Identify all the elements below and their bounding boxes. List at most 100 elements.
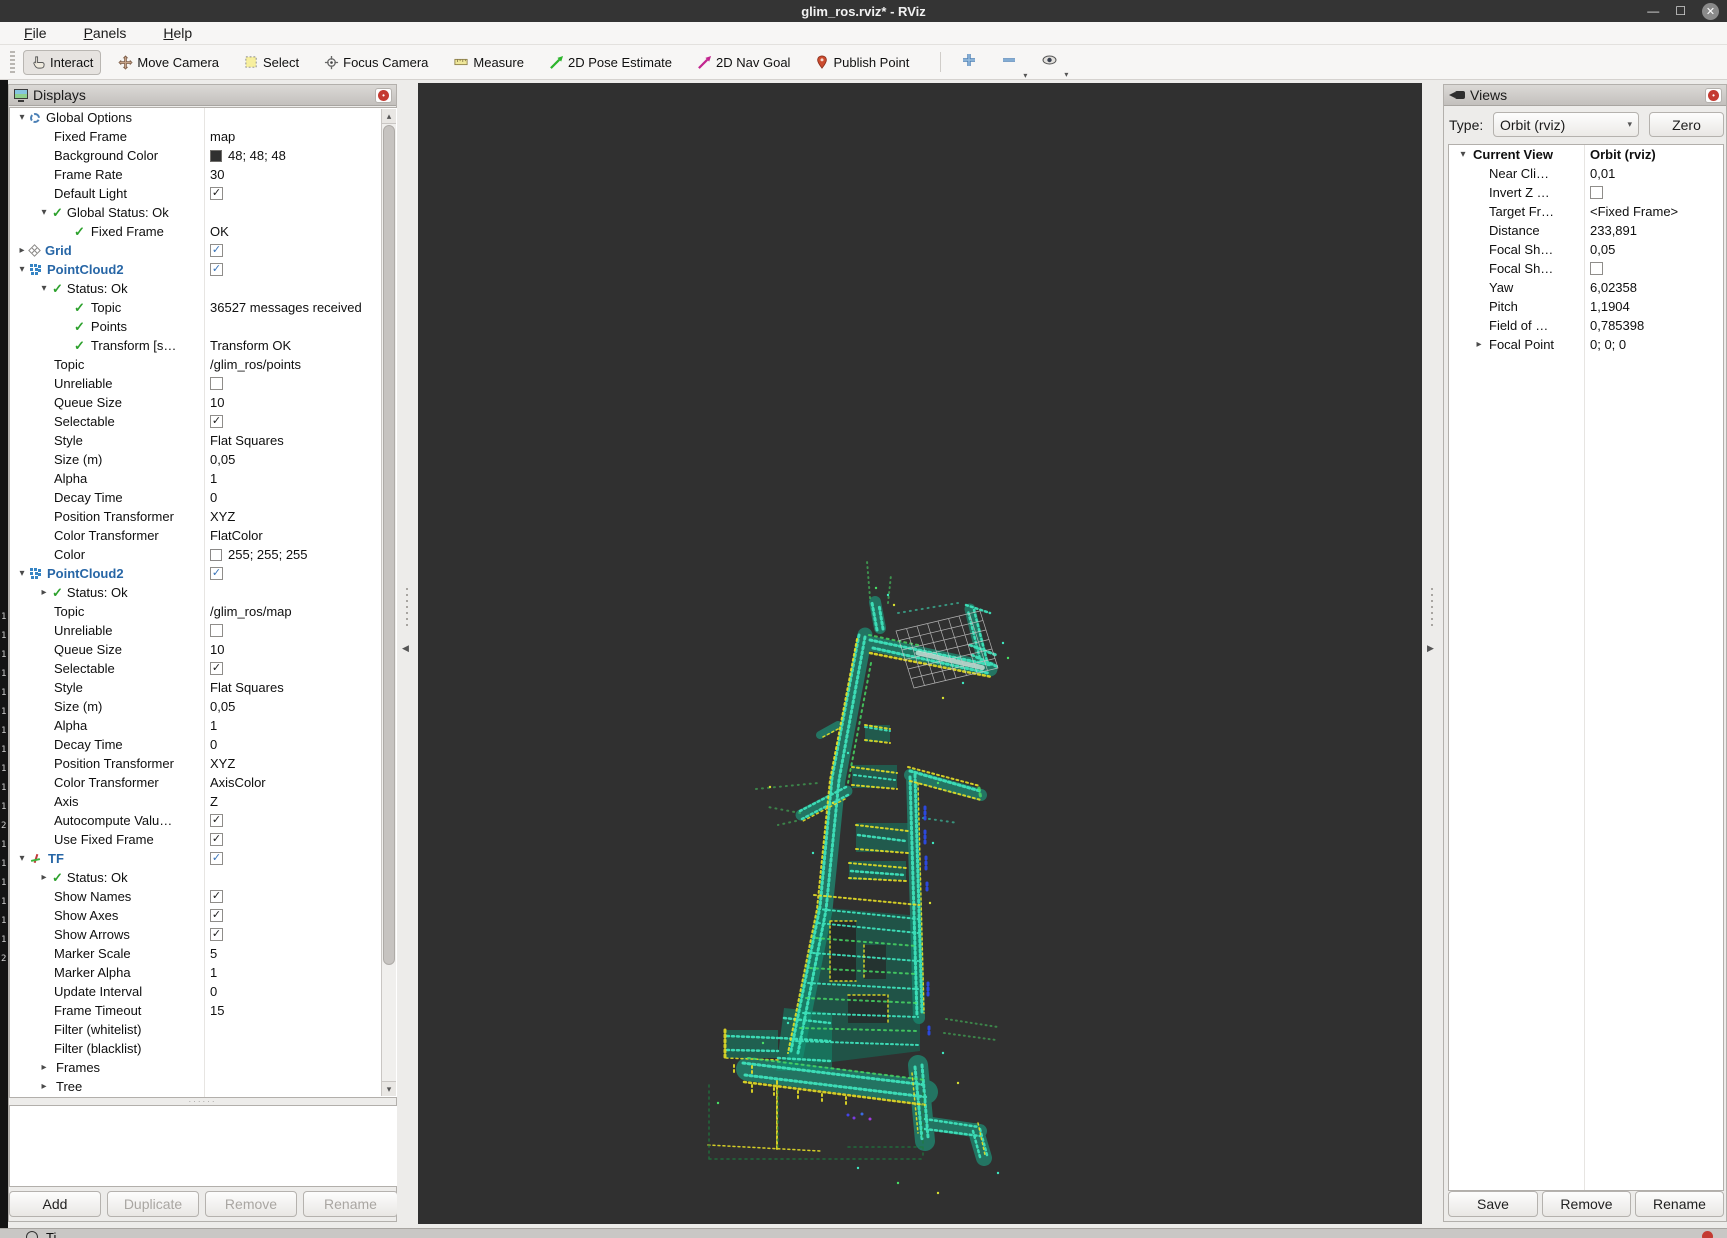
checkbox[interactable]: ✓ [210, 814, 223, 827]
tree-row[interactable]: ▸Frames [10, 1058, 397, 1077]
panel-splitter[interactable]: ▶ [1422, 83, 1443, 1224]
tree-row[interactable]: ▸✓Status: Ok [10, 868, 397, 887]
displays-close-button[interactable]: • [375, 88, 392, 103]
rename-view-button[interactable]: Rename [1635, 1191, 1724, 1217]
minimize-icon[interactable]: — [1647, 6, 1659, 16]
tree-row[interactable]: Focal Sh…0,05 [1449, 240, 1723, 259]
menu-panels[interactable]: Panels [84, 25, 144, 41]
remove-view-button[interactable]: Remove [1542, 1191, 1631, 1217]
maximize-icon[interactable]: ☐ [1675, 6, 1686, 16]
tree-row[interactable]: Decay Time0 [10, 735, 397, 754]
tree-row[interactable]: Show Arrows✓ [10, 925, 397, 944]
tree-row[interactable]: StyleFlat Squares [10, 678, 397, 697]
tree-row[interactable]: Size (m)0,05 [10, 697, 397, 716]
scrollbar-thumb[interactable] [383, 125, 395, 965]
displays-scrollbar[interactable]: ▴ ▾ [381, 109, 396, 1096]
tree-row[interactable]: Show Names✓ [10, 887, 397, 906]
tree-row[interactable]: ✓Fixed FrameOK [10, 222, 397, 241]
tree-row[interactable]: ▸Focal Point0; 0; 0 [1449, 335, 1723, 354]
save-view-button[interactable]: Save [1448, 1191, 1538, 1217]
tree-row[interactable]: Show Axes✓ [10, 906, 397, 925]
expander-icon[interactable]: ▸ [16, 245, 28, 256]
tree-row[interactable]: Color TransformerAxisColor [10, 773, 397, 792]
checkbox[interactable]: ✓ [210, 415, 223, 428]
tree-row[interactable]: StyleFlat Squares [10, 431, 397, 450]
publish-point-tool-button[interactable]: Publish Point [807, 49, 917, 75]
select-tool-button[interactable]: Select [236, 50, 307, 75]
toolbar-drag-handle[interactable] [10, 51, 15, 73]
tree-row[interactable]: Filter (whitelist) [10, 1020, 397, 1039]
tree-row[interactable]: ▾TF✓ [10, 849, 397, 868]
tree-row[interactable]: Decay Time0 [10, 488, 397, 507]
tree-row[interactable]: Marker Alpha1 [10, 963, 397, 982]
collapse-left-icon[interactable]: ◀ [402, 643, 409, 654]
zoom-in-button[interactable] [953, 48, 985, 77]
checkbox[interactable]: ✓ [210, 852, 223, 865]
zoom-out-button[interactable]: ▾ [993, 48, 1025, 77]
tree-row[interactable]: ✓Topic36527 messages received [10, 298, 397, 317]
tree-row[interactable]: Marker Scale5 [10, 944, 397, 963]
close-icon[interactable]: ✕ [1702, 3, 1719, 20]
views-panel-header[interactable]: Views • [1444, 85, 1726, 106]
tree-row[interactable]: AxisZ [10, 792, 397, 811]
checkbox[interactable]: ✓ [210, 833, 223, 846]
tree-row[interactable]: Filter (blacklist) [10, 1039, 397, 1058]
checkbox[interactable]: ✓ [210, 567, 223, 580]
expander-icon[interactable]: ▸ [38, 872, 50, 883]
tree-row[interactable]: Field of …0,785398 [1449, 316, 1723, 335]
tree-row[interactable]: Alpha1 [10, 469, 397, 488]
tree-row[interactable]: ▾PointCloud2✓ [10, 564, 397, 583]
views-close-button[interactable]: • [1705, 88, 1722, 103]
checkbox[interactable]: ✓ [210, 263, 223, 276]
checkbox[interactable]: ✓ [210, 909, 223, 922]
visibility-button[interactable]: ▾ [1033, 49, 1066, 76]
duplicate-display-button[interactable]: Duplicate [107, 1191, 199, 1217]
tree-row[interactable]: Position TransformerXYZ [10, 507, 397, 526]
scroll-up-icon[interactable]: ▴ [382, 109, 396, 124]
tree-row[interactable]: Autocompute Valu…✓ [10, 811, 397, 830]
tree-row[interactable]: ▾PointCloud2✓ [10, 260, 397, 279]
expander-icon[interactable]: ▾ [16, 264, 28, 275]
add-display-button[interactable]: Add [9, 1191, 101, 1217]
collapse-right-icon[interactable]: ▶ [1427, 643, 1434, 654]
tree-row[interactable]: Selectable✓ [10, 412, 397, 431]
tree-row[interactable]: Distance233,891 [1449, 221, 1723, 240]
expander-icon[interactable]: ▾ [16, 853, 28, 864]
tree-row[interactable]: ▾✓Global Status: Ok [10, 203, 397, 222]
tree-row[interactable]: Invert Z … [1449, 183, 1723, 202]
color-swatch[interactable] [210, 150, 222, 162]
expander-icon[interactable]: ▾ [16, 568, 28, 579]
rename-display-button[interactable]: Rename [303, 1191, 398, 1217]
checkbox[interactable] [210, 624, 223, 637]
tree-row[interactable]: ▾Current ViewOrbit (rviz) [1449, 145, 1723, 164]
expander-icon[interactable]: ▾ [38, 207, 50, 218]
tree-row[interactable]: Selectable✓ [10, 659, 397, 678]
tree-row[interactable]: Use Fixed Frame✓ [10, 830, 397, 849]
expander-icon[interactable]: ▸ [1473, 339, 1485, 350]
scroll-down-icon[interactable]: ▾ [382, 1081, 396, 1096]
tree-row[interactable]: Topic/glim_ros/map [10, 602, 397, 621]
tree-row[interactable]: ▾✓Status: Ok [10, 279, 397, 298]
checkbox[interactable]: ✓ [210, 928, 223, 941]
remove-display-button[interactable]: Remove [205, 1191, 297, 1217]
close-icon[interactable] [1702, 1231, 1713, 1238]
panel-splitter[interactable]: ◀ [397, 83, 418, 1224]
tree-row[interactable]: ▸Tree [10, 1077, 397, 1096]
tree-row[interactable]: Fixed Framemap [10, 127, 397, 146]
checkbox[interactable]: ✓ [210, 662, 223, 675]
focus-camera-tool-button[interactable]: Focus Camera [316, 50, 436, 75]
menu-help[interactable]: Help [163, 25, 209, 41]
tree-row[interactable]: Update Interval0 [10, 982, 397, 1001]
color-swatch[interactable] [210, 549, 222, 561]
pose-estimate-tool-button[interactable]: 2D Pose Estimate [541, 50, 680, 75]
expander-icon[interactable]: ▸ [38, 1062, 50, 1073]
tree-row[interactable]: Background Color48; 48; 48 [10, 146, 397, 165]
3d-viewport[interactable] [418, 83, 1422, 1224]
tree-row[interactable]: Queue Size10 [10, 640, 397, 659]
tree-row[interactable]: Frame Rate30 [10, 165, 397, 184]
tree-row[interactable]: ✓Points [10, 317, 397, 336]
tree-row[interactable]: Alpha1 [10, 716, 397, 735]
checkbox[interactable]: ✓ [210, 187, 223, 200]
checkbox[interactable] [210, 377, 223, 390]
interact-tool-button[interactable]: Interact [23, 50, 101, 75]
